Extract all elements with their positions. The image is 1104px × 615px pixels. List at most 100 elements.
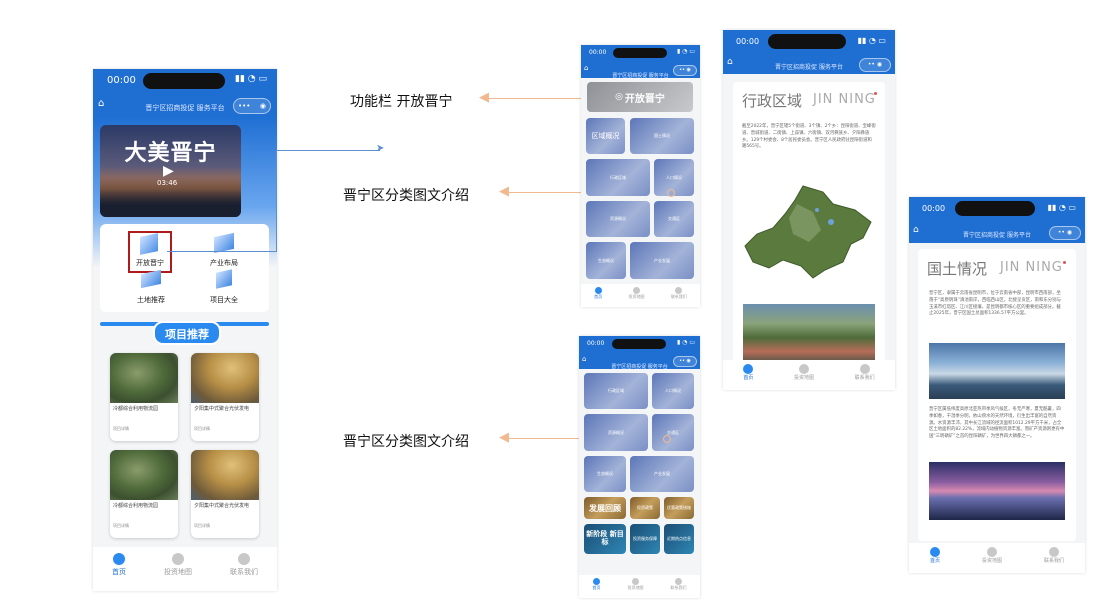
project-card[interactable]: 冷都综合利用物流园 项目详情 <box>110 353 178 441</box>
tile-service-guarantee[interactable]: 投资服务保障 <box>630 524 660 554</box>
project-card[interactable]: 冷都综合利用物流园 项目详情 <box>110 450 178 538</box>
tab-label: 联系我们 <box>670 294 687 299</box>
arrow-head-icon: ➤ <box>376 143 385 154</box>
tile-investment-policy[interactable]: 投资政策 <box>630 497 660 519</box>
capsule-menu[interactable]: ••• ◉ <box>233 98 271 114</box>
tab-contact[interactable]: 联系我们 <box>230 553 258 577</box>
intro-paragraph: 晋宁区，隶属于云南省昆明市，位于云南省中部，昆明市西南部，坐落于“高原明珠”滇池… <box>929 291 1061 317</box>
project-card[interactable]: 夕阳集中式聚合光伏发电 项目详情 <box>191 450 259 538</box>
highlight-dot <box>663 435 671 443</box>
menu-panel: 开放晋宁 产业布局 土地推荐 项目大全 <box>100 224 269 312</box>
tile-label: 交通区 <box>668 216 680 221</box>
project-image <box>110 353 178 403</box>
content-card: 行政区域 JIN NING 截至2022年，晋宁区辖5个街道、3个镇、2个乡：昆… <box>733 82 885 364</box>
land-icon <box>141 269 161 289</box>
page-heading: 国土情况 <box>927 260 988 278</box>
tile-label: 行政区域 <box>608 388 624 393</box>
tile-label: 优惠政策措施 <box>667 505 691 510</box>
tile-label: 资源概况 <box>610 216 626 221</box>
menu-land-recommend[interactable]: 土地推荐 <box>130 269 172 307</box>
tab-investment-map[interactable]: 投资地图 <box>794 364 814 381</box>
tile-resources[interactable]: 资源概况 <box>584 414 648 451</box>
tile-ecology[interactable]: 生态概况 <box>584 456 626 492</box>
nav-title: 晋宁区招商投促 服务平台 <box>775 64 843 71</box>
nav-title: 晋宁区招商投促 服务平台 <box>145 104 225 112</box>
home-tab-icon <box>593 578 600 585</box>
phone-categories: 00:00 ▮ ◔ ▭ ⌂ 晋宁区招商投促 服务平台 •• ◉ 行政区域 人口情… <box>579 336 700 598</box>
tile-transport[interactable]: 交通区 <box>652 414 694 451</box>
tab-contact[interactable]: 联系我们 <box>671 578 687 591</box>
tab-label: 投资地图 <box>981 558 1002 564</box>
capsule-menu[interactable]: •• ◉ <box>859 58 891 72</box>
menu-industry-layout[interactable]: 产业布局 <box>203 231 245 269</box>
tile-resources[interactable]: 资源概况 <box>586 201 650 237</box>
nav-bar: ⌂ 晋宁区招商投促 服务平台 •• ◉ <box>579 353 700 370</box>
project-card[interactable]: 夕阳集中式聚合光伏发电 项目详情 <box>191 353 259 441</box>
home-tab-icon <box>929 547 940 557</box>
project-name: 夕阳集中式聚合光伏发电 <box>194 503 250 509</box>
tile-label: 近期热点信息 <box>667 536 691 541</box>
tab-home[interactable]: 首页 <box>594 287 602 300</box>
menu-open-jinning[interactable]: 开放晋宁 <box>128 231 172 273</box>
tab-contact[interactable]: 联系我们 <box>855 364 875 381</box>
contact-tab-icon <box>238 553 250 565</box>
tile-ecology[interactable]: 生态概况 <box>586 242 626 279</box>
tile-land-status[interactable]: 国土情况 <box>630 118 694 154</box>
tile-population[interactable]: 人口情况 <box>652 373 694 409</box>
tab-investment-map[interactable]: 投资地图 <box>628 578 644 591</box>
tile-preferential-policy[interactable]: 优惠政策措施 <box>664 497 694 519</box>
tile-admin-region[interactable]: 行政区域 <box>584 373 648 409</box>
tab-home[interactable]: 首页 <box>743 364 753 381</box>
home-icon[interactable]: ⌂ <box>727 57 733 67</box>
home-icon[interactable]: ⌂ <box>913 225 919 235</box>
menu-label: 开放晋宁 <box>136 259 164 267</box>
sunset-photo <box>929 462 1065 520</box>
tab-label: 联系我们 <box>670 585 687 590</box>
tab-contact[interactable]: 联系我们 <box>1044 547 1064 564</box>
tile-transport[interactable]: 交通区 <box>654 201 694 237</box>
nav-bar: ⌂ 晋宁区招商投促 服务平台 •• ◉ <box>581 62 700 79</box>
map-shape <box>744 185 872 279</box>
tab-contact[interactable]: 联系我们 <box>671 287 687 300</box>
page-heading: 行政区域 <box>742 92 803 110</box>
content-card: 国土情况 JIN NING 晋宁区，隶属于云南省昆明市，位于云南省中部，昆明市西… <box>918 249 1076 541</box>
notch <box>612 339 666 349</box>
capsule-menu[interactable]: •• ◉ <box>1049 226 1081 240</box>
menu-project-list[interactable]: 项目大全 <box>203 269 245 307</box>
capsule-menu[interactable]: •• ◉ <box>673 356 697 367</box>
video-banner[interactable]: 大美晋宁 ▶ 03:46 <box>100 125 241 217</box>
tile-label: 投资服务保障 <box>633 536 657 541</box>
tab-label: 首页 <box>929 558 940 564</box>
tile-industry[interactable]: 产业发展 <box>630 456 694 492</box>
play-icon[interactable]: ▶ <box>163 163 174 179</box>
tab-investment-map[interactable]: 投资地图 <box>982 547 1002 564</box>
phone-open-jinning: 00:00 ▮ ◔ ▭ ⌂ 晋宁区招商投促 服务平台 •• ◉ ◎ 开放晋宁 区… <box>581 45 700 307</box>
tab-bar: 首页 投资地图 联系我们 <box>723 360 895 390</box>
tab-label: 联系我们 <box>230 568 258 576</box>
tile-region-overview[interactable]: 区域概况 <box>586 118 625 154</box>
home-icon[interactable]: ⌂ <box>582 355 586 363</box>
tab-investment-map[interactable]: 投资地图 <box>164 553 192 577</box>
tab-investment-map[interactable]: 投资地图 <box>628 287 644 300</box>
home-icon[interactable]: ⌂ <box>98 98 104 109</box>
tile-industry[interactable]: 产业发展 <box>630 242 694 279</box>
home-icon[interactable]: ⌂ <box>584 64 588 72</box>
project-name: 冷都综合利用物流园 <box>113 503 159 509</box>
tile-new-stage[interactable]: 新阶段 新目标 <box>584 524 626 554</box>
tab-home[interactable]: 首页 <box>929 547 940 564</box>
highlight-dot <box>667 189 675 197</box>
more-icon[interactable]: ••• <box>238 99 250 113</box>
cube-icon <box>216 269 232 289</box>
district-map <box>743 182 875 282</box>
section-title: 项目推荐 <box>153 321 221 345</box>
close-circle-icon[interactable]: ◉ <box>260 99 266 113</box>
tab-home[interactable]: 首页 <box>593 578 601 591</box>
tile-development-review[interactable]: 发展回顾 <box>584 497 626 519</box>
compass-icon: ◎ <box>615 92 623 102</box>
project-meta: 项目详情 <box>113 523 129 528</box>
tab-home[interactable]: 首页 <box>112 553 126 577</box>
capsule-menu[interactable]: •• ◉ <box>673 65 697 76</box>
tile-hot-news[interactable]: 近期热点信息 <box>664 524 694 554</box>
tile-admin-region[interactable]: 行政区域 <box>586 159 650 196</box>
open-jinning-header[interactable]: ◎ 开放晋宁 <box>587 82 693 112</box>
